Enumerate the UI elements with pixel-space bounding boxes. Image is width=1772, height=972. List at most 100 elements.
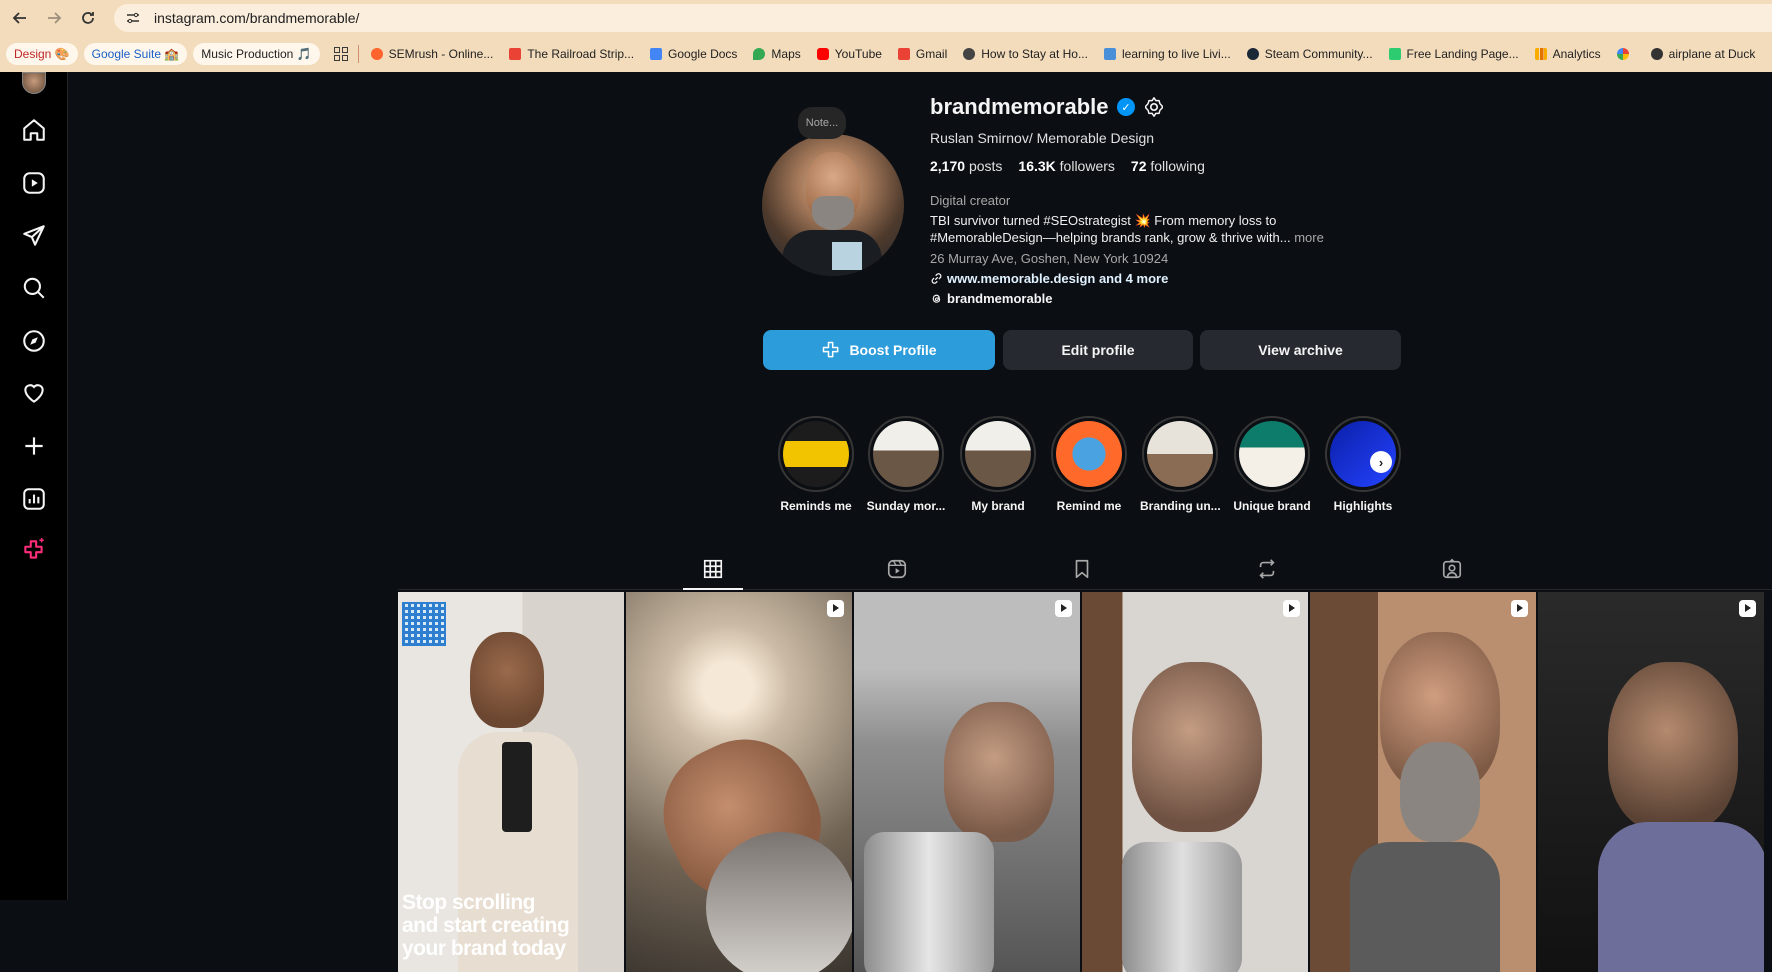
highlight-sunday-mor[interactable]: Sunday mor... bbox=[866, 416, 946, 513]
bookmark-semrush[interactable]: SEMrush - Online... bbox=[367, 43, 498, 65]
tab-tagged-icon[interactable] bbox=[1441, 558, 1463, 580]
reel-badge-icon bbox=[827, 600, 844, 617]
bookmark-how-to-stay[interactable]: How to Stay at Ho... bbox=[959, 43, 1092, 65]
posts-stat: 2,170 posts bbox=[930, 158, 1002, 174]
address-bar[interactable]: instagram.com/brandmemorable/ bbox=[114, 4, 1772, 32]
bookmark-label: YouTube bbox=[834, 47, 882, 61]
profile-picture[interactable] bbox=[762, 134, 904, 276]
following-count: 72 bbox=[1130, 158, 1147, 174]
highlight-label: Unique brand bbox=[1233, 499, 1311, 513]
threads-handle: brandmemorable bbox=[947, 291, 1053, 306]
highlight-cover bbox=[965, 421, 1031, 487]
verified-badge-icon: ✓ bbox=[1117, 98, 1135, 116]
bookmark-label: Steam Community... bbox=[1264, 47, 1373, 61]
highlight-branding-un[interactable]: Branding un... bbox=[1140, 416, 1221, 513]
threads-profile-link[interactable]: brandmemorable bbox=[930, 291, 1052, 306]
maps-pin-icon bbox=[753, 48, 766, 60]
bio-text: #MemorableDesign—helping brands rank, gr… bbox=[930, 230, 1291, 245]
bookmark-label: learning to live Livi... bbox=[1121, 47, 1231, 61]
edit-profile-button[interactable]: Edit profile bbox=[1003, 330, 1193, 370]
semrush-icon bbox=[370, 48, 383, 60]
bookmark-label: Music Production 🎵 bbox=[201, 47, 312, 61]
highlight-ring bbox=[1325, 416, 1401, 492]
bookmark-analytics[interactable]: Analytics bbox=[1531, 43, 1605, 65]
google-docs-icon bbox=[650, 48, 663, 60]
highlight-label: Highlights bbox=[1333, 499, 1393, 513]
highlights-next-chevron-icon[interactable]: › bbox=[1370, 451, 1392, 473]
bookmark-folder-google-suite[interactable]: Google Suite 🏫 bbox=[83, 43, 188, 65]
globe-icon bbox=[1650, 48, 1663, 60]
tab-posts-grid-icon[interactable] bbox=[702, 558, 724, 580]
tab-reels-icon[interactable] bbox=[886, 558, 908, 580]
highlight-cover bbox=[873, 421, 939, 487]
post-overlay-text: Stop scrolling and start creating your b… bbox=[402, 891, 570, 960]
site-settings-icon[interactable] bbox=[126, 11, 140, 25]
highlight-ring bbox=[1234, 416, 1310, 492]
bookmark-maps[interactable]: Maps bbox=[749, 43, 804, 65]
bio-line-2: #MemorableDesign—helping brands rank, gr… bbox=[930, 230, 1324, 245]
reload-icon bbox=[82, 12, 94, 24]
bookmark-folder-music-production[interactable]: Music Production 🎵 bbox=[193, 43, 320, 65]
bookmark-label: Design 🎨 bbox=[14, 47, 70, 61]
boost-profile-button[interactable]: Boost Profile bbox=[763, 330, 995, 370]
bookmark-folder-design[interactable]: Design 🎨 bbox=[6, 43, 78, 65]
highlight-ring bbox=[778, 416, 854, 492]
bookmark-label: airplane at Duck bbox=[1668, 47, 1756, 61]
highlight-remind-me[interactable]: Remind me bbox=[1049, 416, 1129, 513]
bookmark-label: Gmail bbox=[915, 47, 948, 61]
bookmark-steam[interactable]: Steam Community... bbox=[1243, 43, 1377, 65]
post-tile[interactable]: Stop scrolling and start creating your b… bbox=[398, 592, 624, 972]
tab-reposts-icon[interactable] bbox=[1256, 558, 1278, 580]
highlight-my-brand[interactable]: My brand bbox=[958, 416, 1038, 513]
shield-icon bbox=[1103, 48, 1116, 60]
tab-saved-bookmark-icon[interactable] bbox=[1071, 558, 1093, 580]
post-tile[interactable] bbox=[854, 592, 1080, 972]
boost-icon bbox=[823, 341, 839, 358]
posts-count: 2,170 bbox=[930, 158, 966, 174]
bookmark-google[interactable] bbox=[1613, 43, 1639, 65]
browser-toolbar: instagram.com/brandmemorable/ bbox=[0, 0, 1772, 36]
bio-more-link[interactable]: more bbox=[1294, 230, 1324, 245]
bookmark-label: The Railroad Strip... bbox=[527, 47, 635, 61]
bookmark-railroad-strip[interactable]: The Railroad Strip... bbox=[505, 43, 638, 65]
view-archive-button[interactable]: View archive bbox=[1200, 330, 1401, 370]
highlight-cover bbox=[783, 421, 849, 487]
forward-button[interactable] bbox=[40, 4, 68, 32]
posts-label: posts bbox=[968, 158, 1003, 174]
post-tile[interactable] bbox=[1082, 592, 1308, 972]
reel-badge-icon bbox=[1283, 600, 1300, 617]
bio-line-1: TBI survivor turned #SEOstrategist 💥 Fro… bbox=[930, 213, 1277, 228]
apps-grid-icon[interactable] bbox=[333, 47, 348, 61]
chat-bubble-icon bbox=[1388, 48, 1401, 60]
highlight-ring bbox=[1142, 416, 1218, 492]
bookmark-airplane-duck[interactable]: airplane at Duck bbox=[1647, 43, 1760, 65]
followers-stat[interactable]: 16.3K followers bbox=[1018, 158, 1115, 174]
bookmark-label: Analytics bbox=[1552, 47, 1601, 61]
highlight-label: My brand bbox=[971, 499, 1025, 513]
bookmark-free-landing[interactable]: Free Landing Page... bbox=[1385, 43, 1523, 65]
highlight-label: Branding un... bbox=[1140, 499, 1221, 513]
gmail-icon bbox=[897, 48, 910, 60]
bookmark-gmail[interactable]: Gmail bbox=[894, 43, 951, 65]
forward-arrow-icon bbox=[48, 12, 62, 24]
analytics-icon bbox=[1534, 48, 1547, 60]
bookmark-google-docs[interactable]: Google Docs bbox=[646, 43, 741, 65]
post-tile[interactable] bbox=[1310, 592, 1536, 972]
highlight-reminds-me[interactable]: Reminds me bbox=[776, 416, 856, 513]
post-tile[interactable] bbox=[626, 592, 852, 972]
highlight-unique-brand[interactable]: Unique brand bbox=[1232, 416, 1312, 513]
bookmark-learning-to-live[interactable]: learning to live Livi... bbox=[1100, 43, 1235, 65]
bookmark-youtube[interactable]: YouTube bbox=[813, 43, 886, 65]
profile-website-link[interactable]: www.memorable.design and 4 more bbox=[930, 271, 1168, 286]
back-button[interactable] bbox=[6, 4, 34, 32]
url-text[interactable]: instagram.com/brandmemorable/ bbox=[154, 10, 359, 26]
settings-gear-icon[interactable] bbox=[1143, 96, 1165, 118]
highlight-label: Remind me bbox=[1056, 499, 1122, 513]
reload-button[interactable] bbox=[74, 4, 102, 32]
following-stat[interactable]: 72 following bbox=[1131, 158, 1205, 174]
note-bubble[interactable]: Note... bbox=[798, 107, 846, 139]
posts-grid: Stop scrolling and start creating your b… bbox=[398, 592, 1764, 972]
profile-category: Digital creator bbox=[930, 193, 1011, 208]
post-tile[interactable] bbox=[1538, 592, 1764, 972]
profile-full-name: Ruslan Smirnov/ Memorable Design bbox=[930, 130, 1155, 146]
